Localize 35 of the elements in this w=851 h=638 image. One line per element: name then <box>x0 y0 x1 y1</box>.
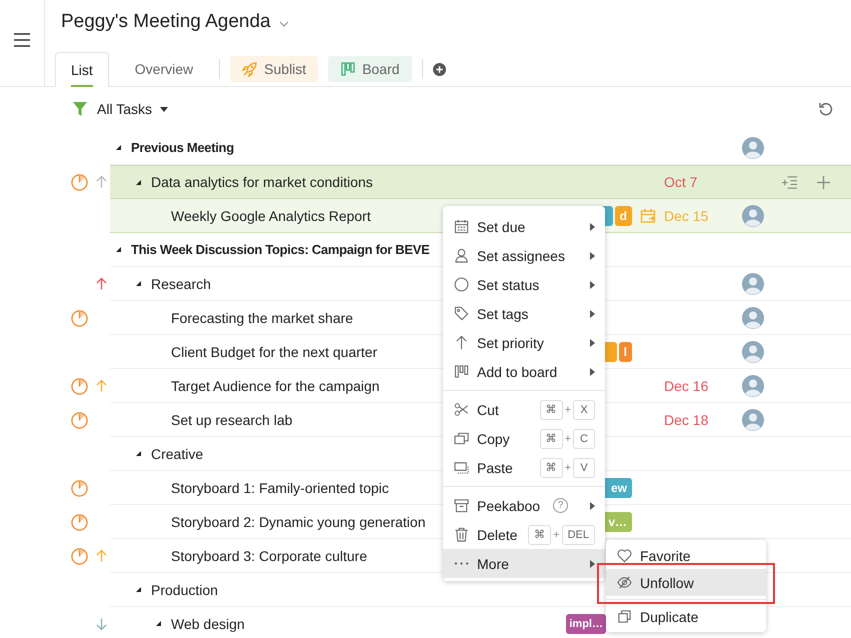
project-title: Peggy's Meeting Agenda <box>61 11 271 33</box>
task-title: Data analytics for market conditions <box>151 174 373 190</box>
task-title: Forecasting the market share <box>171 310 354 326</box>
section-title: This Week Discussion Topics: Campaign for BEVE <box>131 242 430 257</box>
shortcut-key: ⌘ <box>540 400 563 420</box>
shortcut-key: ⌘ <box>528 524 552 544</box>
due-date: Dec 16 <box>664 378 708 394</box>
task-title: Weekly Google Analytics Report <box>171 208 371 224</box>
shortcut-key: V <box>573 458 595 478</box>
shortcut-key: DEL <box>562 524 595 544</box>
section-title: Previous Meeting <box>131 140 234 155</box>
shortcut-key: C <box>573 428 595 448</box>
task-title: Storyboard 2: Dynamic young generation <box>171 514 426 530</box>
shortcut-key: X <box>573 400 595 420</box>
task-title: Creative <box>151 446 204 462</box>
task-title: Target Audience for the campaign <box>171 378 380 394</box>
due-date: Oct 7 <box>664 174 698 190</box>
task-title: Storyboard 3: Corporate culture <box>171 548 368 564</box>
shortcut-key: ⌘ <box>540 428 563 448</box>
shortcut-key: ⌘ <box>540 458 563 478</box>
shortcut-plus: + <box>564 432 572 444</box>
due-date: Dec 18 <box>664 412 708 428</box>
task-title: Set up research lab <box>171 412 292 428</box>
tag-label: d <box>614 206 632 226</box>
tag-label: impl… <box>566 614 606 634</box>
due-date: Dec 15 <box>664 208 708 224</box>
task-title: Web design <box>171 616 245 632</box>
task-title: Research <box>151 276 211 292</box>
task-title: Storyboard 1: Family-oriented topic <box>171 480 389 496</box>
task-title: Client Budget for the next quarter <box>171 344 378 360</box>
tag-label: l <box>618 342 632 362</box>
shortcut-plus: + <box>564 462 572 474</box>
task-title: Production <box>151 582 218 598</box>
shortcut-plus: + <box>564 404 572 416</box>
shortcut-plus: + <box>552 528 561 540</box>
